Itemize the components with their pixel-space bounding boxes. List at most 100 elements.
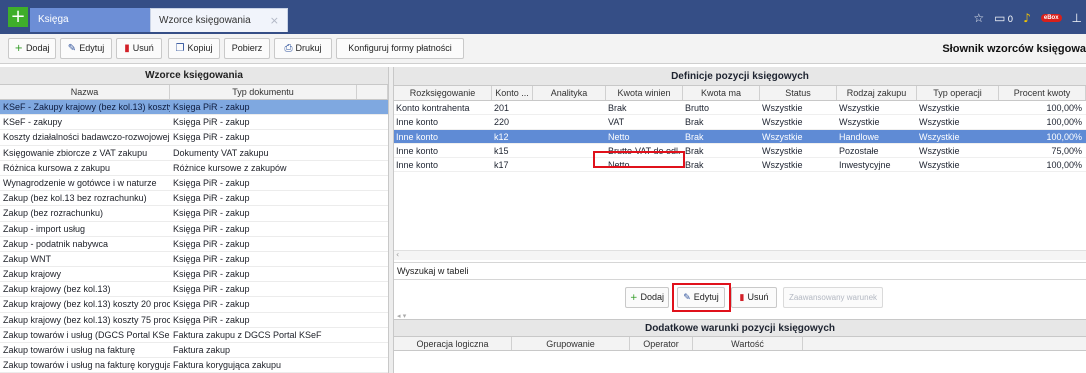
template-name: Zakup towarów i usług (DGCS Portal KSeF)	[3, 329, 170, 340]
table-row[interactable]: KSeF - zakupy Księga PiR - zakup	[0, 115, 388, 131]
template-name: Zakup (bez kol.13 bez rozrachunku)	[3, 193, 147, 204]
page-title: Słownik wzorców księgowa	[942, 43, 1086, 55]
empty-cell	[357, 343, 388, 357]
column-header-konto[interactable]: Konto ...	[492, 86, 533, 100]
column-header-grupowanie[interactable]: Grupowanie	[512, 337, 630, 350]
copy-button[interactable]: ❐ Kopiuj	[168, 38, 220, 59]
table-row[interactable]: Zakup krajowy Księga PiR - zakup	[0, 267, 388, 283]
column-header-rozksiegowanie[interactable]: Rozksięgowanie	[394, 86, 492, 100]
cell-status: Wszystkie	[762, 117, 803, 128]
cell-kwota-ma: Brak	[685, 131, 704, 142]
table-row[interactable]: Wynagrodzenie w gotówce i w naturze Księg…	[0, 176, 388, 192]
table-row[interactable]: Różnica kursowa z zakupu Różnice kursowe …	[0, 161, 388, 176]
table-row[interactable]: Zakup (bez rozrachunku) Księga PiR - zaku…	[0, 206, 388, 222]
new-tab-button[interactable]: +	[8, 7, 28, 27]
star-icon[interactable]: ☆	[973, 11, 984, 25]
user-icon[interactable]: ⊥	[1072, 11, 1082, 25]
cell-analityka	[533, 130, 606, 143]
cell-procent-kwoty: 100,00%	[1046, 131, 1082, 142]
column-header-analityka[interactable]: Analityka	[533, 86, 606, 100]
template-doc-type: Księga PiR - zakup	[173, 223, 250, 234]
close-icon[interactable]: ×	[270, 9, 279, 33]
table-row[interactable]: Inne konto k15 Brutto-VAT do odl. Brak Wszys…	[394, 144, 1086, 159]
template-doc-type: Księga PiR - zakup	[173, 132, 250, 143]
chat-icon[interactable]: ▭ 0	[994, 11, 1013, 25]
table-row[interactable]: Księgowanie zbiorcze z VAT zakupu Dokumen…	[0, 146, 388, 161]
column-header-kwota-ma[interactable]: Kwota ma	[683, 86, 760, 100]
scroll-left-icon[interactable]: ‹	[396, 250, 399, 259]
column-header-typ-operacji[interactable]: Typ operacji	[917, 86, 999, 100]
delete-button[interactable]: ▮ Usuń	[116, 38, 162, 59]
template-doc-type: Księga PiR - zakup	[173, 193, 250, 204]
template-doc-type: Faktura zakup	[173, 345, 231, 355]
plus-icon: +	[629, 293, 638, 303]
plus-icon: +	[14, 43, 23, 54]
template-doc-type: Księga PiR - zakup	[173, 208, 250, 219]
empty-cell	[357, 297, 388, 311]
definition-add-button[interactable]: + Dodaj	[625, 287, 669, 308]
template-doc-type: Księga PiR - zakup	[173, 284, 250, 295]
advanced-condition-button[interactable]: Zaawansowany warunek	[783, 287, 883, 308]
table-row[interactable]: Zakup (bez kol.13 bez rozrachunku) Księga…	[0, 191, 388, 207]
table-row[interactable]: Inne konto 220 VAT Brak Wszystkie Wszystkie Ws…	[394, 115, 1086, 130]
template-doc-type: Dokumenty VAT zakupu	[173, 147, 269, 158]
template-doc-type: Księga PiR - zakup	[173, 238, 250, 249]
column-header-operacja-logiczna[interactable]: Operacja logiczna	[394, 337, 512, 350]
cell-status: Wszystkie	[762, 160, 803, 171]
bell-icon[interactable]: ♪	[1023, 11, 1031, 25]
column-header-status[interactable]: Status	[760, 86, 837, 100]
column-header-operator[interactable]: Operator	[630, 337, 693, 350]
empty-cell	[357, 115, 388, 129]
add-button[interactable]: + Dodaj	[8, 38, 56, 59]
column-header-kwota-winien[interactable]: Kwota winien	[606, 86, 683, 100]
column-header-empty	[803, 337, 1086, 350]
table-row[interactable]: Koszty działalności badawczo-rozwojowej K…	[0, 130, 388, 146]
table-row[interactable]: Inne konto k17 Netto Brak Wszystkie Inwestycy…	[394, 158, 1086, 173]
configure-payment-forms-button[interactable]: Konfiguruj formy płatności	[336, 38, 464, 59]
table-row[interactable]: Zakup krajowy (bez kol.13) koszty 75 pro…	[0, 313, 388, 328]
cell-rodzaj-zakupu: Pozostałe	[839, 145, 879, 156]
column-header-name[interactable]: Nazwa	[0, 85, 170, 99]
additional-conditions-title: Dodatkowe warunki pozycji księgowych	[394, 319, 1086, 337]
column-header-rodzaj-zakupu[interactable]: Rodzaj zakupu	[837, 86, 917, 100]
empty-cell	[357, 222, 388, 236]
table-row[interactable]: Zakup towarów i usług na fakturę Faktura …	[0, 343, 388, 359]
cell-status: Wszystkie	[762, 103, 803, 113]
template-name: Zakup krajowy (bez kol.13)	[3, 284, 111, 295]
table-row[interactable]: Zakup towarów i usług (DGCS Portal KSeF)…	[0, 328, 388, 343]
edit-button[interactable]: ✎ Edytuj	[60, 38, 112, 59]
column-header-procent-kwoty[interactable]: Procent kwoty	[999, 86, 1086, 100]
table-row[interactable]: Inne konto k12 Netto Brak Wszystkie Handlowe W…	[394, 129, 1086, 144]
tab-label: Księga	[38, 14, 69, 25]
definition-delete-button[interactable]: ▮ Usuń	[731, 287, 777, 308]
cell-kwota-winien: Netto	[608, 131, 630, 142]
table-row[interactable]: Zakup - import usług Księga PiR - zakup	[0, 222, 388, 237]
column-header-empty	[357, 85, 388, 99]
column-header-wartosc[interactable]: Wartość	[693, 337, 803, 350]
cell-konto: k15	[494, 145, 509, 156]
edit-icon: ✎	[67, 43, 77, 54]
print-button[interactable]: ⎙ Drukuj	[274, 38, 332, 59]
ebox-badge[interactable]: eBox	[1040, 14, 1062, 22]
table-row[interactable]: Zakup - podatnik nabywca Księga PiR - zak…	[0, 237, 388, 252]
fetch-button[interactable]: Pobierz	[224, 38, 270, 59]
definitions-panel-title: Definicje pozycji księgowych	[394, 67, 1086, 86]
table-row[interactable]: Zakup krajowy (bez kol.13) koszty 20 pro…	[0, 297, 388, 313]
tab-wzorce-ksiegowania[interactable]: Wzorce księgowania ×	[150, 8, 288, 32]
definitions-table-body: Konto kontrahenta 201 Brak Brutto Wszystkie W…	[394, 101, 1086, 173]
table-row[interactable]: Konto kontrahenta 201 Brak Brutto Wszystkie W…	[394, 101, 1086, 116]
empty-cell	[357, 267, 388, 281]
table-row[interactable]: Zakup towarów i usług na fakturę koryguj…	[0, 358, 388, 373]
cell-konto: 220	[494, 117, 510, 128]
table-row[interactable]: Zakup WNT Księga PiR - zakup	[0, 252, 388, 268]
cell-typ-operacji: Wszystkie	[919, 145, 960, 156]
table-row[interactable]: Zakup krajowy (bez kol.13) Księga PiR - z…	[0, 282, 388, 298]
column-header-doc-type[interactable]: Typ dokumentu	[170, 85, 357, 99]
empty-cell	[357, 358, 388, 372]
horizontal-scrollbar[interactable]: ‹	[394, 250, 1086, 260]
template-doc-type: Księga PiR - zakup	[173, 177, 250, 188]
table-row[interactable]: KSeF - Zakupy krajowy (bez kol.13) koszt…	[0, 100, 388, 116]
tab-ksiega[interactable]: Księga	[30, 8, 150, 32]
table-search[interactable]: Wyszukaj w tabeli	[394, 262, 1086, 280]
cell-rodzaj-zakupu: Inwestycyjne	[839, 160, 891, 171]
